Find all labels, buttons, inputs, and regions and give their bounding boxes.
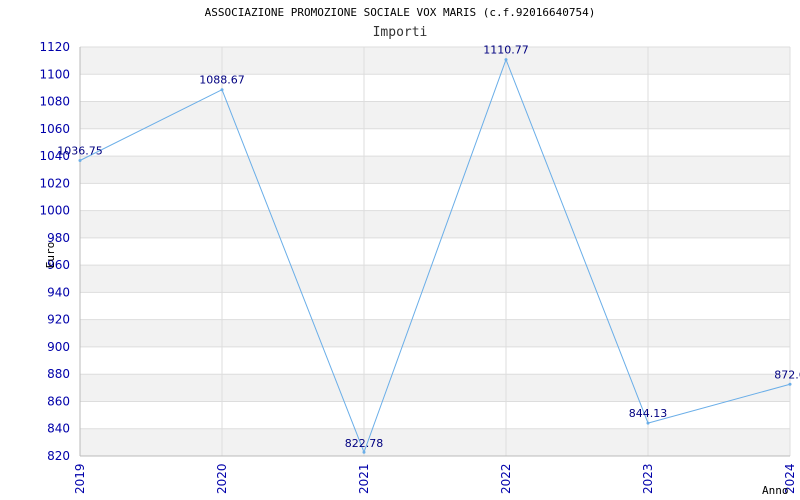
data-label: 844.13 (629, 407, 668, 420)
y-tick-label: 940 (47, 285, 70, 299)
background-band (80, 374, 790, 402)
y-tick-label: 1020 (39, 176, 70, 190)
line-chart: 8208408608809009209409609801000102010401… (39, 40, 800, 497)
y-tick-label: 860 (47, 394, 70, 408)
x-tick-label: 2019 (73, 463, 87, 494)
y-tick-label: 820 (47, 449, 70, 463)
data-point (646, 421, 650, 425)
x-tick-label: 2023 (641, 463, 655, 494)
y-axis-label: Euro (44, 242, 57, 269)
data-point (220, 88, 224, 92)
y-tick-label: 1100 (39, 67, 70, 81)
data-point (504, 58, 508, 62)
data-label: 1110.77 (483, 44, 529, 57)
y-tick-label: 900 (47, 340, 70, 354)
y-tick-label: 1000 (39, 204, 70, 218)
background-band (80, 265, 790, 293)
x-tick-label: 2020 (215, 463, 229, 494)
background-band (80, 428, 790, 456)
x-tick-label: 2022 (499, 463, 513, 494)
data-point (788, 382, 792, 386)
y-tick-label: 880 (47, 367, 70, 381)
x-tick-label: 2021 (357, 463, 371, 494)
y-tick-label: 920 (47, 313, 70, 327)
data-point (362, 450, 366, 454)
data-label: 1036.75 (57, 144, 103, 157)
x-tick-labels: 2019 2020 2021 2022 2023 2024 (73, 463, 797, 494)
background-band (80, 319, 790, 347)
background-band (80, 210, 790, 238)
background-band (80, 156, 790, 184)
data-label: 872.6 (774, 368, 800, 381)
x-axis-label: Anno (762, 484, 789, 497)
y-tick-label: 1120 (39, 40, 70, 54)
background-band (80, 47, 790, 75)
data-point (78, 158, 82, 162)
y-tick-label: 840 (47, 422, 70, 436)
y-tick-label: 1060 (39, 122, 70, 136)
background-bands (80, 47, 790, 456)
background-band (80, 101, 790, 129)
data-label: 822.78 (345, 437, 384, 450)
data-label: 1088.67 (199, 74, 245, 87)
y-tick-label: 1080 (39, 95, 70, 109)
